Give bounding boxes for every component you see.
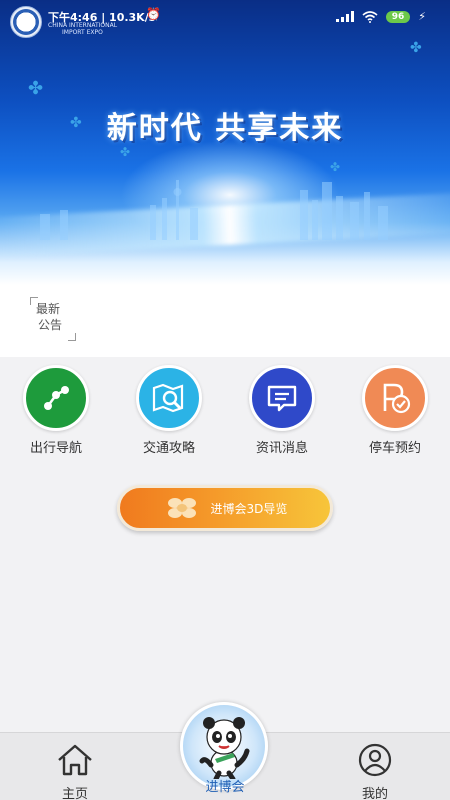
quick-link-label: 资讯消息 — [255, 441, 308, 456]
user-icon — [358, 743, 392, 777]
banner-slogan: 新时代 共享未来 — [106, 111, 344, 146]
parking-check-icon — [362, 365, 428, 431]
panda-mascot-icon — [199, 717, 250, 779]
quick-link-parking-reservation[interactable]: 停车预约 — [350, 365, 440, 456]
tab-mine[interactable]: 我的 — [330, 743, 420, 800]
tab-mine-label: 我的 — [361, 787, 388, 800]
quick-link-travel-navigation[interactable]: 出行导航 — [11, 365, 101, 456]
clover-decoration-icon: ✤ — [330, 160, 341, 174]
announcement-label: 最新 公告 — [30, 297, 76, 341]
quick-link-label: 交通攻略 — [142, 441, 195, 456]
bracket-decoration — [30, 297, 38, 305]
logo-caption: CHINA INTERNATIONAL IMPORT EXPO — [48, 22, 117, 36]
quick-link-label: 停车预约 — [368, 441, 421, 456]
bracket-decoration — [68, 333, 76, 341]
hero-banner: ✤ ✤ ✤ ✤ ✤ 新时代 共享未来 — [0, 0, 450, 285]
expo-logo — [10, 6, 42, 38]
clover-decoration-icon: ✤ — [28, 78, 44, 99]
message-icon — [249, 365, 315, 431]
city-skyline — [40, 180, 388, 240]
tab-home[interactable]: 主页 — [30, 743, 120, 800]
announcement-label-line1: 最新 — [36, 302, 61, 316]
logo-caption-line: CHINA INTERNATIONAL — [48, 22, 118, 29]
home-icon — [58, 744, 92, 776]
clover-decoration-icon: ✤ — [410, 40, 422, 56]
expo-3d-guide-label: 进博会3D导览 — [210, 501, 288, 516]
status-bar: 下午4:46 | 10.3K/s CHINA INTERNATIONAL IMP… — [0, 0, 450, 40]
battery-indicator: 96 — [385, 10, 411, 23]
clover-decoration-icon: ✤ — [120, 145, 131, 159]
wifi-icon — [362, 10, 378, 23]
announcement-bar[interactable]: 最新 公告 — [0, 285, 450, 357]
status-right: 96 ⚡ — [335, 10, 426, 23]
tab-home-label: 主页 — [61, 787, 88, 800]
map-search-icon — [136, 365, 202, 431]
venue-icon — [167, 498, 196, 518]
signal-icon — [335, 11, 354, 22]
announcement-label-line2: 公告 — [38, 318, 63, 332]
quick-link-label: 出行导航 — [29, 441, 82, 456]
logo-caption-line: IMPORT EXPO — [62, 29, 103, 36]
expo-3d-guide-button[interactable]: 进博会3D导览 — [117, 485, 333, 531]
tab-expo-label: 进博会 — [205, 780, 245, 795]
charging-icon: ⚡ — [418, 10, 426, 23]
quick-links: 出行导航 交通攻略 资讯消息 停车预约 — [0, 365, 450, 460]
quick-link-news[interactable]: 资讯消息 — [237, 365, 327, 456]
route-icon — [23, 365, 89, 431]
quick-link-traffic-guide[interactable]: 交通攻略 — [124, 365, 214, 456]
alarm-icon: ⏰ — [146, 7, 161, 21]
